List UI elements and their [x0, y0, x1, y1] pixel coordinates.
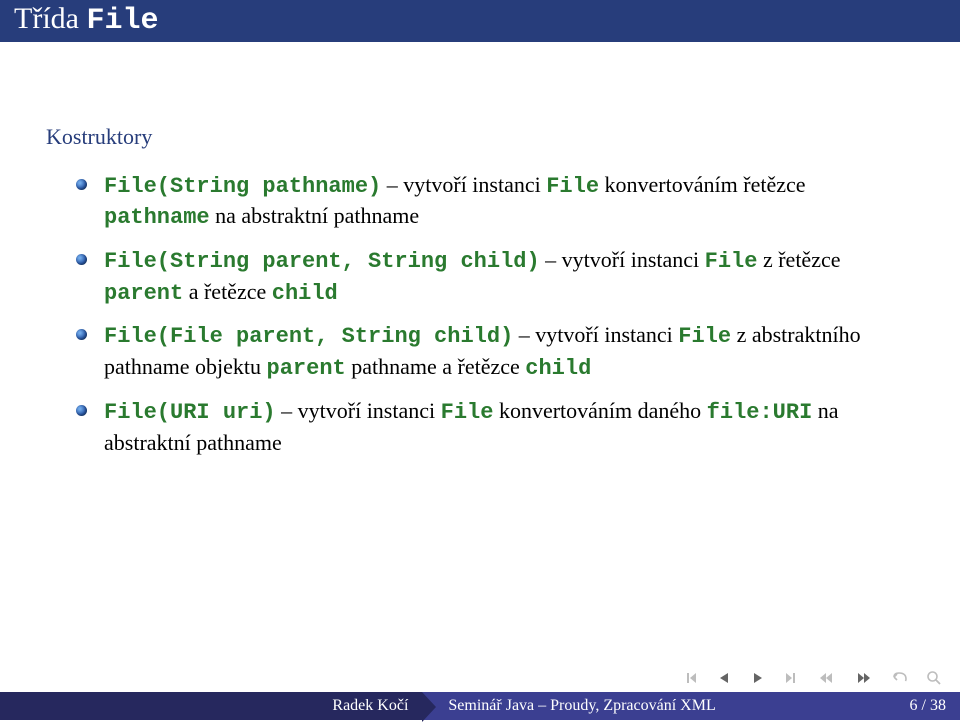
code-keyword: child: [272, 281, 338, 306]
list-item: File(String pathname) – vytvoří instanci…: [76, 170, 914, 233]
list-item: File(String parent, String child) – vytv…: [76, 245, 914, 308]
footer-page: 6 / 38: [910, 697, 946, 715]
code-keyword: File: [441, 400, 494, 425]
code-keyword: File(String parent, String child): [104, 249, 540, 274]
text-run: z řetězce: [757, 247, 840, 272]
code-keyword: parent: [267, 356, 346, 381]
subheading: Kostruktory: [46, 122, 914, 152]
text-run: na abstraktní pathname: [210, 203, 420, 228]
code-keyword: File(URI uri): [104, 400, 276, 425]
code-keyword: file:URI: [707, 400, 813, 425]
list-item: File(URI uri) – vytvoří instanci File ko…: [76, 396, 914, 457]
nav-first-icon[interactable]: [682, 672, 700, 684]
nav-next-section-icon[interactable]: [854, 672, 872, 684]
footer-right: Seminář Java – Proudy, Zpracování XML 6 …: [422, 692, 960, 720]
title-mono: File: [86, 4, 158, 38]
bullet-list: File(String pathname) – vytvoří instanci…: [76, 170, 914, 458]
text-run: – vytvoří instanci: [540, 247, 705, 272]
title-prefix: Třída: [14, 2, 86, 35]
code-keyword: parent: [104, 281, 183, 306]
code-keyword: child: [525, 356, 591, 381]
nav-back-icon[interactable]: [890, 671, 908, 685]
slide-body: Kostruktory File(String pathname) – vytv…: [0, 42, 960, 457]
text-run: konvertováním daného: [493, 398, 706, 423]
nav-last-icon[interactable]: [782, 672, 800, 684]
list-item: File(File parent, String child) – vytvoř…: [76, 320, 914, 383]
footer-bar: Radek Kočí Seminář Java – Proudy, Zpraco…: [0, 692, 960, 720]
footer-talk: Seminář Java – Proudy, Zpracování XML: [448, 697, 715, 715]
text-run: – vytvoří instanci: [513, 322, 678, 347]
nav-prev-icon[interactable]: [718, 672, 732, 684]
code-keyword: File: [546, 174, 599, 199]
text-run: a řetězce: [183, 279, 272, 304]
slide-title: Třída File: [0, 0, 960, 42]
code-keyword: File(File parent, String child): [104, 324, 513, 349]
code-keyword: pathname: [104, 205, 210, 230]
text-run: – vytvoří instanci: [381, 172, 546, 197]
text-run: – vytvoří instanci: [276, 398, 441, 423]
nav-prev-section-icon[interactable]: [818, 672, 836, 684]
footer: Radek Kočí Seminář Java – Proudy, Zpraco…: [0, 664, 960, 720]
code-keyword: File: [678, 324, 731, 349]
text-run: pathname a řetězce: [346, 354, 526, 379]
footer-author: Radek Kočí: [0, 692, 422, 720]
nav-search-icon[interactable]: [926, 670, 942, 686]
code-keyword: File: [705, 249, 758, 274]
nav-controls: [0, 664, 960, 692]
nav-next-icon[interactable]: [750, 672, 764, 684]
text-run: konvertováním řetězce: [599, 172, 805, 197]
code-keyword: File(String pathname): [104, 174, 381, 199]
